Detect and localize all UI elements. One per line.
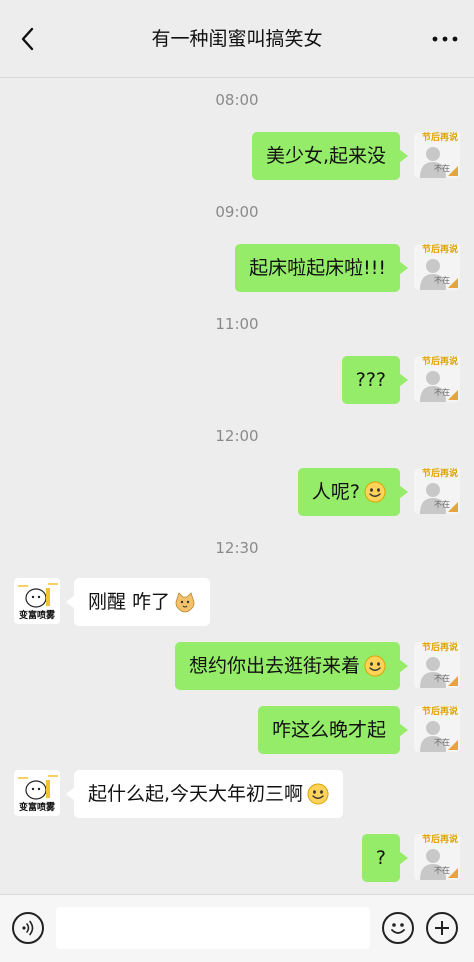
message-bubble[interactable]: 咋这么晚才起: [257, 706, 409, 754]
message-bubble[interactable]: ?: [361, 834, 409, 882]
avatar-top-text: 节后再说: [421, 835, 458, 845]
avatar-top-text: 节后再说: [421, 357, 458, 367]
avatar[interactable]: 节后再说 不在: [414, 642, 460, 688]
message-bubble[interactable]: 起什么起,今天大年初三啊: [65, 770, 344, 818]
avatar-top-text: 节后再说: [421, 133, 458, 143]
message-bubble[interactable]: 想约你出去逛街来着: [174, 642, 409, 690]
avatar-bottom-text: 不在: [434, 866, 450, 875]
avatar[interactable]: 变富喷雾: [14, 770, 60, 816]
avatar[interactable]: 节后再说 不在: [414, 706, 460, 752]
avatar-bottom-text: 不在: [434, 674, 450, 683]
emoji-button[interactable]: [382, 912, 414, 944]
avatar-label: 变富喷雾: [18, 611, 55, 621]
avatar[interactable]: 节后再说 不在: [414, 468, 460, 514]
avatar-top-text: 节后再说: [421, 245, 458, 255]
more-icon[interactable]: [430, 30, 460, 48]
plus-icon: [435, 921, 449, 935]
avatar-bottom-text: 不在: [434, 738, 450, 747]
message-bubble[interactable]: 起床啦起床啦!!!: [235, 244, 408, 292]
avatar-bottom-text: 不在: [434, 388, 450, 397]
avatar[interactable]: 变富喷雾: [14, 578, 60, 624]
voice-icon: [22, 920, 34, 936]
smiley-icon: [391, 923, 405, 934]
message-text: 咋这么晚才起: [271, 719, 386, 741]
message-text: 刚醒 咋了: [88, 591, 171, 613]
message-text: 人呢?: [311, 481, 360, 503]
message-bubble[interactable]: 人呢?: [297, 468, 409, 516]
message-text: 美少女,起来没: [265, 145, 386, 167]
avatar[interactable]: 节后再说 不在: [414, 132, 460, 178]
message-text: 起什么起,今天大年初三啊: [88, 783, 304, 805]
avatar-bottom-text: 不在: [434, 500, 450, 509]
input-bar: [0, 894, 474, 962]
avatar-label: 变富喷雾: [18, 803, 55, 813]
message-text: 起床啦起床啦!!!: [249, 257, 386, 279]
message-bubble[interactable]: 美少女,起来没: [251, 132, 409, 180]
more-functions-button[interactable]: [426, 912, 458, 944]
timestamp: 12:30: [215, 539, 259, 557]
avatar-bottom-text: 不在: [434, 164, 450, 173]
smile-emoji-icon: [364, 481, 386, 503]
smile-emoji-icon: [307, 783, 329, 805]
message-bubble[interactable]: ???: [341, 356, 409, 404]
message-bubble[interactable]: 刚醒 咋了: [65, 578, 211, 626]
avatar-top-text: 节后再说: [421, 469, 458, 479]
avatar[interactable]: 节后再说 不在: [414, 834, 460, 880]
message-input[interactable]: [56, 907, 370, 949]
cat-emoji-icon: [175, 592, 195, 613]
timestamp: 08:00: [215, 91, 259, 109]
avatar-top-text: 节后再说: [421, 643, 458, 653]
message-list[interactable]: 08:00 美少女,起来没 节后再说 不在 09:00 起床啦起床啦!!! 节后…: [0, 78, 474, 894]
message-text: ???: [355, 369, 386, 391]
voice-button[interactable]: [12, 912, 44, 944]
avatar[interactable]: 节后再说 不在: [414, 356, 460, 402]
avatar-bottom-text: 不在: [434, 276, 450, 285]
chat-title: 有一种闺蜜叫搞笑女: [151, 28, 323, 50]
avatar-top-text: 节后再说: [421, 707, 458, 717]
chat-header: 有一种闺蜜叫搞笑女: [0, 0, 474, 78]
smile-emoji-icon: [364, 655, 386, 677]
message-text: 想约你出去逛街来着: [188, 655, 360, 677]
message-text: ?: [375, 847, 386, 869]
timestamp: 09:00: [215, 203, 259, 221]
avatar[interactable]: 节后再说 不在: [414, 244, 460, 290]
timestamp: 11:00: [215, 315, 259, 333]
timestamp: 12:00: [215, 427, 259, 445]
